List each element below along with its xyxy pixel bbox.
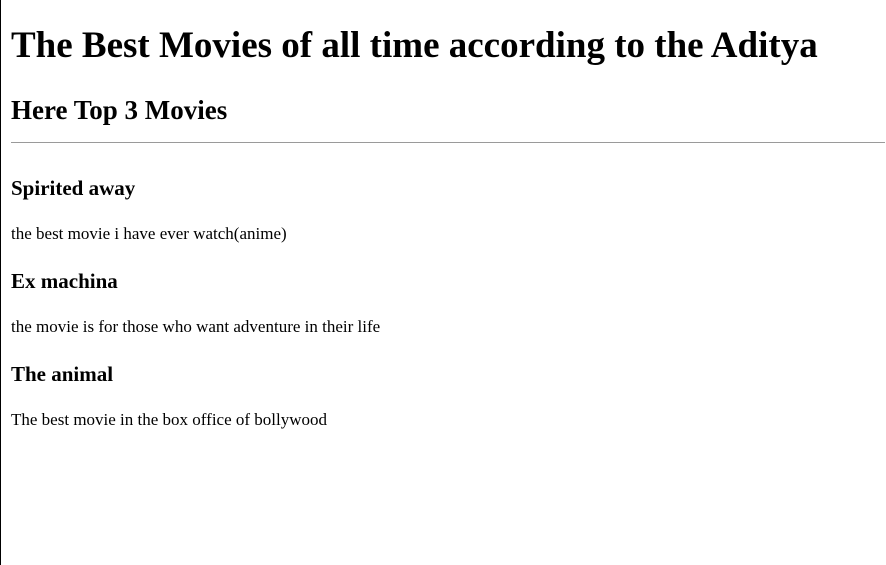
movie-title: The animal	[11, 362, 114, 386]
movie-title: Ex machina	[11, 269, 118, 293]
page-title: The Best Movies of all time according to…	[11, 25, 818, 66]
movie-title: Spirited away	[11, 176, 136, 200]
movie-description: The best movie in the box office of boll…	[11, 410, 328, 429]
movie-description: the movie is for those who want adventur…	[11, 317, 381, 336]
page-subtitle: Here Top 3 Movies	[11, 95, 228, 125]
window-left-border	[0, 0, 1, 565]
section-divider	[11, 142, 885, 143]
movie-description: the best movie i have ever watch(anime)	[11, 224, 287, 243]
